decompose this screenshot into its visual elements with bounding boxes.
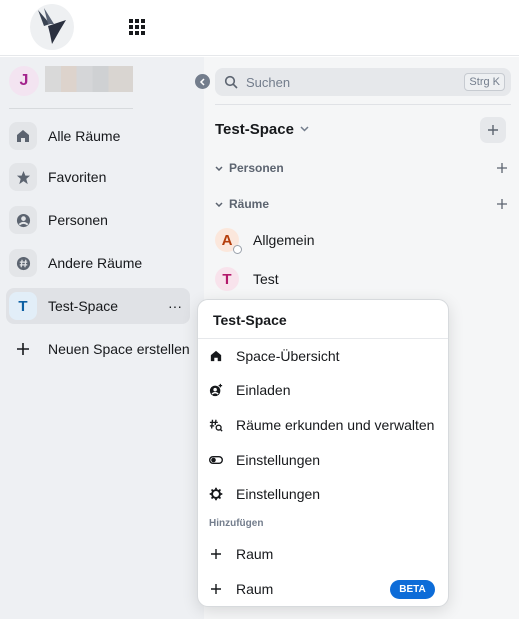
explore-rooms-icon — [208, 418, 223, 433]
user-name-redacted — [45, 66, 133, 92]
menu-item-label: Space-Übersicht — [236, 348, 340, 364]
room-avatar: T — [215, 267, 239, 291]
create-space-button[interactable]: Neuen Space erstellen — [6, 331, 190, 367]
chevron-down-icon — [215, 199, 225, 209]
apps-grid-icon[interactable] — [129, 19, 145, 35]
collapse-chevron-icon[interactable] — [195, 74, 210, 89]
menu-item-label: Räume erkunden und verwalten — [236, 417, 435, 433]
room-item-test[interactable]: T Test — [215, 262, 507, 296]
menu-section-caption: Hinzufügen — [209, 518, 264, 529]
section-label: Personen — [229, 161, 284, 175]
space-item-label: Favoriten — [48, 169, 107, 185]
space-name-header[interactable]: Test-Space — [215, 121, 309, 138]
space-item-test-space[interactable]: T Test-Space ··· — [6, 288, 190, 324]
space-item-label: Test-Space — [48, 298, 119, 314]
section-rooms[interactable]: Räume — [215, 194, 507, 214]
plus-icon[interactable] — [497, 160, 507, 177]
star-icon — [9, 163, 37, 191]
menu-item-label: Einstellungen — [236, 486, 321, 502]
plus-icon — [9, 335, 37, 363]
space-item-favorites[interactable]: Favoriten — [6, 159, 190, 195]
public-room-icon — [233, 245, 242, 254]
menu-item-label: Raum — [236, 546, 274, 562]
search-input[interactable]: Suchen Strg K — [215, 68, 511, 96]
keyboard-shortcut: Strg K — [464, 73, 505, 91]
person-icon — [9, 206, 37, 234]
chevron-down-icon — [215, 163, 225, 173]
menu-item-explore-rooms[interactable]: Räume erkunden und verwalten — [198, 409, 448, 441]
room-avatar-letter: T — [222, 270, 232, 288]
space-item-people[interactable]: Personen — [6, 202, 190, 238]
space-item-label: Neuen Space erstellen — [48, 341, 190, 357]
menu-title: Test-Space — [213, 312, 287, 328]
space-avatar: T — [9, 292, 37, 320]
room-avatar-letter: A — [221, 231, 233, 249]
home-icon — [9, 122, 37, 150]
space-panel: J Alle Räume Favoriten Personen Andere R… — [0, 57, 204, 619]
space-item-label: Andere Räume — [48, 255, 143, 271]
chevron-down-icon — [300, 124, 309, 135]
space-item-label: Alle Räume — [48, 128, 121, 144]
section-label: Räume — [229, 197, 270, 211]
add-room-button[interactable] — [480, 117, 506, 143]
menu-item-label: Einstellungen — [236, 452, 321, 468]
divider — [9, 108, 133, 109]
divider — [215, 104, 511, 105]
space-item-other-rooms[interactable]: Andere Räume — [6, 245, 190, 281]
space-item-all-rooms[interactable]: Alle Räume — [6, 118, 190, 154]
beta-badge: BETA — [390, 580, 435, 599]
more-options-icon[interactable]: ··· — [168, 298, 182, 314]
section-people[interactable]: Personen — [215, 158, 507, 178]
user-avatar[interactable]: J — [9, 66, 39, 96]
space-item-label: Personen — [48, 212, 108, 228]
menu-item-label: Einladen — [236, 382, 291, 398]
space-context-menu: Test-Space Space-Übersicht Einladen Räum… — [197, 299, 449, 607]
menu-item-space-overview[interactable]: Space-Übersicht — [198, 340, 448, 372]
hash-icon — [9, 249, 37, 277]
divider — [198, 338, 448, 339]
toggle-icon — [208, 453, 223, 468]
top-bar — [0, 0, 519, 56]
plus-icon[interactable] — [497, 196, 507, 213]
invite-icon — [208, 383, 223, 398]
gear-icon — [208, 487, 223, 502]
room-avatar: A — [215, 228, 242, 254]
hummingbird-logo[interactable] — [30, 4, 74, 50]
menu-item-invite[interactable]: Einladen — [198, 374, 448, 406]
plus-icon — [208, 547, 223, 562]
plus-icon — [208, 582, 223, 597]
menu-item-settings[interactable]: Einstellungen — [198, 478, 448, 510]
menu-item-label: Raum — [236, 581, 274, 597]
menu-item-settings-toggle[interactable]: Einstellungen — [198, 444, 448, 476]
room-name: Allgemein — [253, 232, 315, 248]
search-icon — [224, 75, 238, 89]
room-name: Test — [253, 271, 279, 287]
menu-item-add-room-beta[interactable]: Raum BETA — [198, 573, 448, 605]
space-name: Test-Space — [215, 121, 294, 138]
search-placeholder: Suchen — [246, 74, 291, 90]
room-item-allgemein[interactable]: A Allgemein — [215, 223, 507, 257]
menu-item-add-room[interactable]: Raum — [198, 538, 448, 570]
home-icon — [208, 349, 223, 364]
